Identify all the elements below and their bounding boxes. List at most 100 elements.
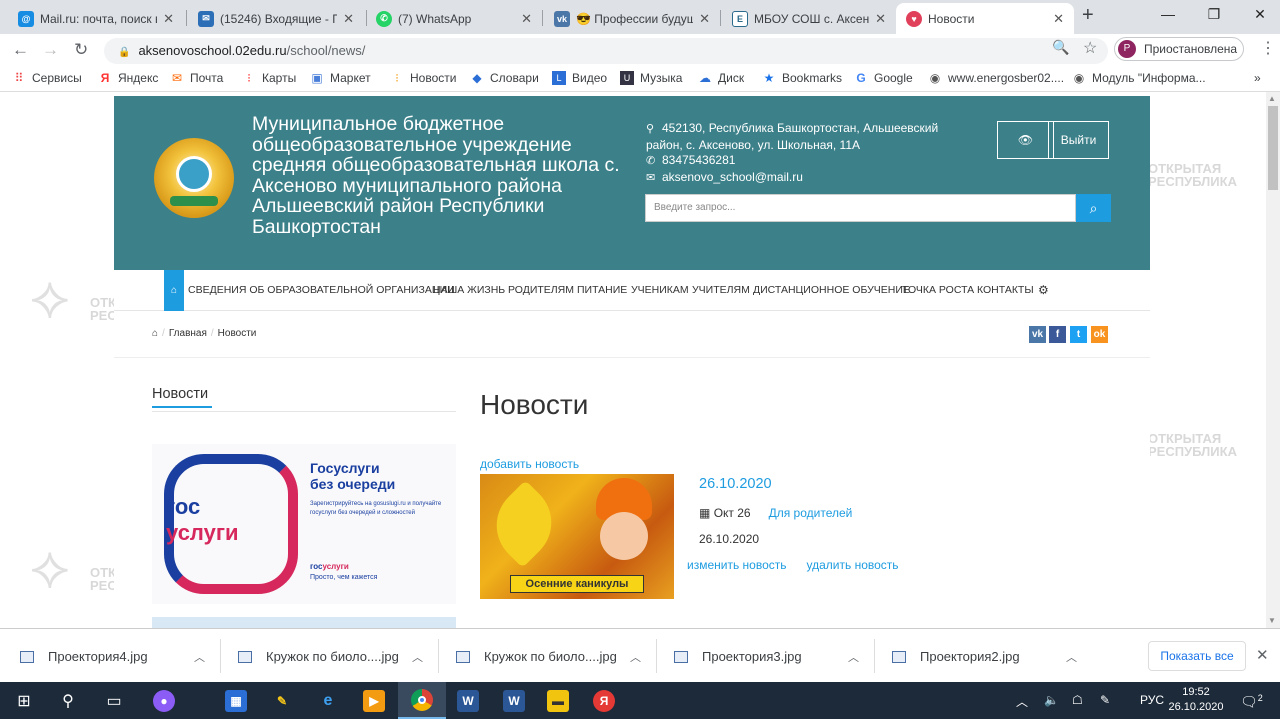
bookmark-market[interactable]: ▣ Маркет [310,71,370,85]
window-close-icon[interactable]: ✕ [1250,6,1270,23]
download-item[interactable]: Кружок по биоло....jpg ︿ [456,649,641,664]
bookmark-maps[interactable]: ⁝ Карты [242,71,296,85]
bookmark-module[interactable]: ◉ Модуль "Информа... [1072,71,1206,85]
nav-item-our-life[interactable]: Наша жизнь [433,270,505,311]
network-icon[interactable]: ☖ [1072,693,1083,707]
nav-item-students[interactable]: Ученикам [631,270,689,311]
visually-impaired-button[interactable]: 👁 [997,121,1054,159]
store-icon[interactable]: ▦ [212,682,260,719]
bookmark-services[interactable]: ⠿ Сервисы [12,71,82,85]
odnoklassniki-share-icon[interactable]: ok [1091,326,1108,343]
edge-icon[interactable]: e [304,682,352,719]
chevron-up-icon[interactable]: ︿ [1066,649,1077,665]
maximize-icon[interactable]: ❐ [1204,6,1224,23]
email-line[interactable]: ✉ aksenovo_school@mail.ru [646,170,956,187]
gear-icon[interactable]: ⚙ [1038,270,1049,311]
new-tab-button[interactable]: + [1082,4,1094,27]
yandex-browser-icon[interactable]: Я [580,682,628,719]
close-icon[interactable]: ✕ [1256,646,1269,664]
download-item[interactable]: Проектория2.jpg ︿ [892,649,1077,664]
bookmark-bookmarks[interactable]: ★ Bookmarks [762,71,842,85]
menu-kebab-icon[interactable]: ⋮ [1260,38,1276,58]
news-title[interactable]: 26.10.2020 [699,476,772,492]
vk-share-icon[interactable]: vk [1029,326,1046,343]
scroll-up-icon[interactable]: ▲ [1268,94,1276,103]
bashkortostan-emblem-icon[interactable] [154,138,234,218]
profile-button[interactable]: P Приостановлена [1114,37,1244,61]
search-icon[interactable]: ⌕ [1076,194,1111,222]
site-search-input[interactable]: Введите запрос... [645,194,1076,222]
delete-news-link[interactable]: удалить новость [807,558,899,572]
bookmark-star-icon[interactable]: ☆ [1083,38,1097,58]
add-news-link[interactable]: добавить новость [480,457,579,471]
news-category-link[interactable]: Для родителей [769,506,853,520]
action-icon[interactable]: ✎ [1100,693,1110,707]
bookmark-music[interactable]: U Музыка [620,71,682,85]
close-icon[interactable]: ✕ [875,11,886,27]
language-indicator[interactable]: РУС [1140,693,1164,707]
zoom-icon[interactable]: 🔍 [1052,39,1069,56]
nav-item-contacts[interactable]: Контакты [977,270,1034,311]
clock[interactable]: 19:52 26.10.2020 [1168,685,1224,715]
tab-inbox[interactable]: ✉ (15246) Входящие - По ✕ [188,3,364,34]
chevron-up-icon[interactable]: ︿ [848,649,859,665]
download-item[interactable]: Проектория4.jpg ︿ [20,649,205,664]
tab-vk[interactable]: vk 😎 Профессии будуще ✕ [544,3,720,34]
bookmark-dictionaries[interactable]: ◆ Словари [470,71,538,85]
bookmark-disk[interactable]: ☁ Диск [698,71,744,85]
close-icon[interactable]: ✕ [699,11,710,27]
word-document-icon[interactable]: W [490,682,538,719]
back-arrow-icon[interactable]: ← [12,40,29,60]
second-banner[interactable] [152,617,456,628]
twitter-share-icon[interactable]: t [1070,326,1087,343]
scrollbar-thumb[interactable] [1268,106,1278,190]
facebook-share-icon[interactable]: f [1049,326,1066,343]
close-icon[interactable]: ✕ [343,11,354,27]
minimize-icon[interactable]: — [1158,6,1178,22]
home-icon[interactable]: ⌂ [152,328,158,339]
school-name[interactable]: Муниципальное бюджетное общеобразователь… [252,114,632,237]
nav-item-organization[interactable]: Сведения об образовательной организации [188,270,455,311]
close-icon[interactable]: ✕ [1053,11,1064,27]
task-view-icon[interactable]: ▭ [90,682,138,719]
scroll-down-icon[interactable]: ▼ [1268,616,1276,625]
reload-icon[interactable]: ↻ [74,40,88,60]
close-icon[interactable]: ✕ [163,11,174,27]
edit-news-link[interactable]: изменить новость [687,558,787,572]
bookmark-news[interactable]: ⁝ Новости [390,71,456,85]
alice-icon[interactable]: ● [140,682,188,719]
email-link[interactable]: aksenovo_school@mail.ru [662,170,803,184]
address-bar[interactable]: 🔒 aksenovoschool.02edu.ru/school/news/ [104,38,1108,64]
bookmark-energosber[interactable]: ◉ www.energosber02.... [928,71,1064,85]
home-icon[interactable]: ⌂ [164,270,184,311]
logout-button[interactable]: Выйти [1048,121,1109,159]
nav-item-food[interactable]: Питание [577,270,627,311]
tab-school[interactable]: E МБОУ СОШ с. Аксенов ✕ [722,3,896,34]
nav-item-teachers[interactable]: Учителям [692,270,750,311]
nav-item-parents[interactable]: Родителям [508,270,574,311]
file-explorer-icon[interactable]: ▬ [534,682,582,719]
windows-start-icon[interactable]: ⊞ [0,682,48,719]
volume-icon[interactable]: 🔈 [1044,693,1059,707]
forward-arrow-icon[interactable]: → [42,40,59,60]
breadcrumb-home[interactable]: Главная [169,328,207,339]
close-icon[interactable]: ✕ [521,11,532,27]
bookmark-google[interactable]: G Google [854,71,912,85]
pen-icon[interactable]: ✎ [258,682,306,719]
tab-mailru[interactable]: @ Mail.ru: почта, поиск в ✕ [8,3,184,34]
bookmark-video[interactable]: L Видео [552,71,607,85]
chrome-icon[interactable] [398,682,446,719]
chevron-up-icon[interactable]: ︿ [194,649,205,665]
notification-icon[interactable]: 🗨2 [1240,693,1263,711]
nav-item-growth-point[interactable]: Точка роста [902,270,974,311]
chevron-up-icon[interactable]: ︿ [630,649,641,665]
download-item[interactable]: Кружок по биоло....jpg ︿ [238,649,423,664]
gosuslugi-banner[interactable]: гос услуги Госуслуги без очереди Зарегист… [152,444,456,604]
news-image[interactable]: Осенние каникулы [480,474,674,599]
tab-news[interactable]: ♥ Новости ✕ [896,3,1074,34]
bookmark-mail[interactable]: ✉ Почта [170,71,223,85]
more-bookmarks-icon[interactable]: » [1254,71,1261,85]
chevron-up-icon[interactable]: ︿ [412,649,423,665]
download-item[interactable]: Проектория3.jpg ︿ [674,649,859,664]
media-player-icon[interactable]: ▶ [350,682,398,719]
